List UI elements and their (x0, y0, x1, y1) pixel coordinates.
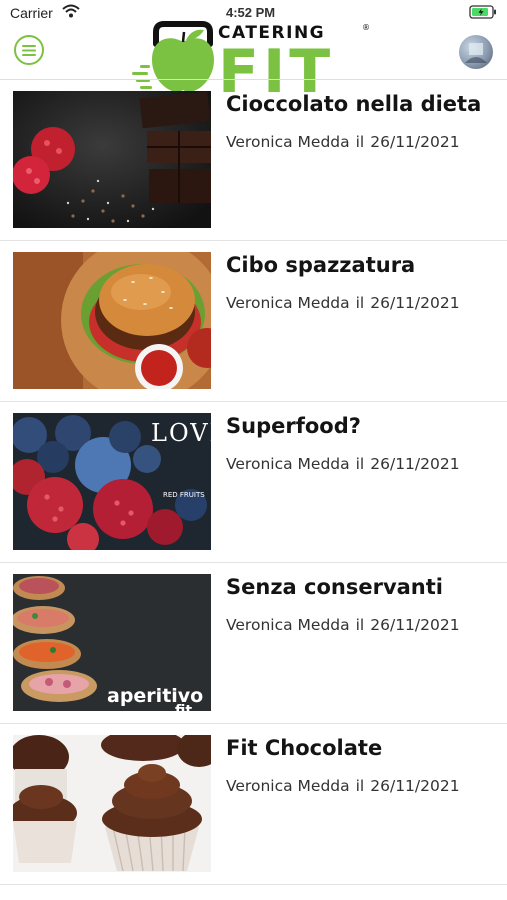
article-title: Senza conservanti (226, 575, 443, 599)
article-card[interactable]: LOVE RED FRUITS Superfood? Veronica Medd… (0, 402, 507, 563)
clock-time: 4:52 PM (226, 5, 276, 20)
article-meta-connector: il (355, 777, 365, 795)
red-fruits-image-text: RED FRUITS (163, 491, 205, 499)
article-date: 26/11/2021 (370, 616, 460, 634)
article-date: 26/11/2021 (370, 777, 460, 795)
fit-image-text: fit (175, 703, 192, 711)
article-meta: Veronica Medda il 26/11/2021 (226, 133, 460, 151)
aperitivo-fit-photo: aperitivo fit (13, 574, 211, 711)
article-author: Veronica Medda (226, 455, 350, 473)
chocolate-cupcakes-photo (13, 735, 211, 872)
article-date: 26/11/2021 (370, 133, 460, 151)
user-avatar[interactable] (459, 35, 493, 69)
carrier-label: Carrier (10, 5, 53, 21)
article-author: Veronica Medda (226, 133, 350, 151)
article-meta: Veronica Medda il 26/11/2021 (226, 777, 460, 795)
app-header: CATERING ® FIT (0, 20, 507, 107)
article-meta-connector: il (355, 616, 365, 634)
article-card[interactable]: Cibo spazzatura Veronica Medda il 26/11/20… (0, 241, 507, 402)
article-author: Veronica Medda (226, 294, 350, 312)
article-card[interactable]: Fit Chocolate Veronica Medda il 26/11/2021 (0, 724, 507, 885)
article-meta-connector: il (355, 133, 365, 151)
article-date: 26/11/2021 (370, 455, 460, 473)
menu-button[interactable] (14, 35, 44, 65)
article-date: 26/11/2021 (370, 294, 460, 312)
article-card[interactable]: Cioccolato nella dieta Veronica Medda il 2… (0, 80, 507, 241)
berries-love-photo: LOVE RED FRUITS (13, 413, 211, 550)
article-meta-connector: il (355, 294, 365, 312)
article-meta: Veronica Medda il 26/11/2021 (226, 455, 460, 473)
article-title: Superfood? (226, 414, 361, 438)
love-image-text: LOVE (151, 419, 211, 447)
article-author: Veronica Medda (226, 616, 350, 634)
article-card[interactable]: aperitivo fit Senza conservanti Veronica… (0, 563, 507, 724)
article-title: Fit Chocolate (226, 736, 383, 760)
hamburger-menu-icon (22, 44, 36, 56)
article-meta: Veronica Medda il 26/11/2021 (226, 294, 460, 312)
logo-registered-mark: ® (362, 23, 370, 32)
chocolate-raspberries-photo (13, 91, 211, 228)
article-meta: Veronica Medda il 26/11/2021 (226, 616, 460, 634)
article-title: Cioccolato nella dieta (226, 92, 482, 116)
article-title: Cibo spazzatura (226, 253, 416, 277)
article-meta-connector: il (355, 455, 365, 473)
article-list: Cioccolato nella dieta Veronica Medda il 2… (0, 80, 507, 885)
article-author: Veronica Medda (226, 777, 350, 795)
burger-photo (13, 252, 211, 389)
